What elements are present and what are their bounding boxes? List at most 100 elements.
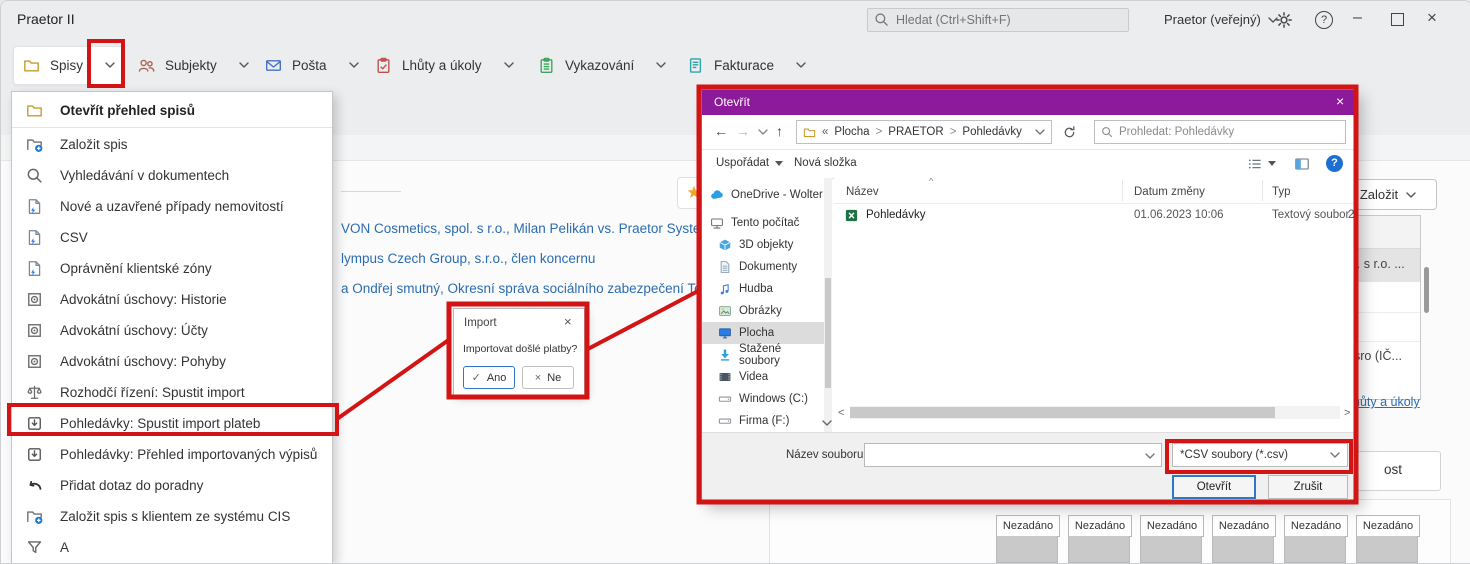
global-search-input[interactable] (867, 8, 1129, 32)
global-search[interactable] (867, 8, 1129, 32)
sidebar-item-3d-objekty[interactable]: 3D objekty (702, 234, 824, 256)
column-divider[interactable] (1122, 180, 1123, 201)
sidebar-item-firma-f[interactable]: Firma (F:) (702, 410, 824, 432)
yes-button[interactable]: ✓Ano (463, 366, 515, 389)
help-icon[interactable]: ? (1326, 155, 1343, 172)
column-header-nazev[interactable]: Název (846, 186, 879, 198)
sidebar-item-plocha-selected[interactable]: Plocha (702, 322, 824, 344)
status-chip-nezadano[interactable]: Nezadáno (996, 515, 1060, 537)
scroll-left-icon[interactable]: < (838, 407, 844, 419)
open-button[interactable]: Otevřít (1172, 475, 1256, 499)
chevron-down-icon[interactable] (105, 62, 115, 68)
sidebar-item-windows-c[interactable]: Windows (C:) (702, 388, 824, 410)
help-icon[interactable]: ? (1315, 11, 1333, 29)
list-view-icon[interactable] (1247, 156, 1263, 172)
menu-item-csv[interactable]: CSV (12, 222, 332, 253)
up-arrow-icon[interactable]: ↑ (776, 123, 783, 139)
sidebar-label: Hudba (739, 283, 773, 295)
column-divider[interactable] (1262, 180, 1263, 201)
sidebar-scrollbar-thumb[interactable] (825, 278, 831, 388)
status-chip-nezadano[interactable]: Nezadáno (1140, 515, 1204, 537)
sidebar-item-stazene-soubory[interactable]: Stažené soubory (702, 344, 824, 366)
file-row-pohledavky[interactable]: Pohledávky 01.06.2023 10:06 Textový soub… (834, 205, 1355, 227)
menu-item-otevrit-prehled-spisu[interactable]: Otevřít přehled spisů (12, 95, 332, 126)
address-bar[interactable]: « Plocha > PRAETOR > Pohledávky (796, 120, 1052, 144)
sidebar-scroll-down-icon[interactable] (822, 420, 832, 426)
toolbar-button-fakturace[interactable]: Fakturace (687, 47, 806, 83)
chevron-down-icon[interactable] (758, 129, 768, 135)
menu-item-uschovy-historie[interactable]: Advokátní úschovy: Historie (12, 284, 332, 315)
sidebar-item-tento-pocitac[interactable]: Tento počítač (702, 212, 824, 234)
sidebar-item-videa[interactable]: Videa (702, 366, 824, 388)
menu-item-vyhledavani-v-dokumentech[interactable]: Vyhledávání v dokumentech (12, 160, 332, 191)
organize-button[interactable]: Uspořádat (716, 157, 783, 169)
status-chip-nezadano[interactable]: Nezadáno (1068, 515, 1132, 537)
sidebar-item-hudba[interactable]: Hudba (702, 278, 824, 300)
caret-down-icon[interactable] (1268, 161, 1276, 166)
menu-item-zalozit-spis-cis[interactable]: Založit spis s klientem ze systému CIS (12, 501, 332, 532)
close-icon[interactable]: × (564, 314, 572, 329)
chevron-down-icon[interactable] (1145, 453, 1155, 459)
toolbar-button-vykazovani[interactable]: Vykazování (538, 47, 666, 83)
lhuty-a-ukoly-link[interactable]: hůty a úkoly (1353, 395, 1420, 409)
close-icon[interactable]: × (1336, 93, 1344, 109)
back-arrow-icon[interactable]: ← (714, 123, 728, 139)
close-button[interactable]: × (1427, 8, 1437, 28)
table-row[interactable]: sro (IČ... (1350, 342, 1420, 372)
menu-item-zalozit-spis[interactable]: Založit spis (12, 129, 332, 160)
profile-menu[interactable]: Praetor (veřejný) (1164, 12, 1278, 27)
hscrollbar-thumb[interactable] (850, 407, 1275, 418)
menu-item-uschovy-ucty[interactable]: Advokátní úschovy: Účty (12, 315, 332, 346)
toolbar-button-subjekty[interactable]: Subjekty (138, 47, 249, 83)
maximize-button[interactable] (1391, 13, 1404, 26)
case-link[interactable]: lympus Czech Group, s.r.o., člen koncern… (341, 251, 595, 266)
no-button[interactable]: ×Ne (522, 366, 574, 389)
table-row[interactable]: l. s r.o. ... (1350, 249, 1420, 282)
filename-combo[interactable] (864, 443, 1162, 467)
sidebar-item-obrazky[interactable]: Obrázky (702, 300, 824, 322)
menu-item-label: Založit spis (60, 137, 128, 152)
menu-item-uschovy-pohyby[interactable]: Advokátní úschovy: Pohyby (12, 346, 332, 377)
refresh-icon[interactable] (1062, 125, 1077, 140)
status-chip-nezadano[interactable]: Nezadáno (1212, 515, 1276, 537)
case-link[interactable]: VON Cosmetics, spol. s r.o., Milan Pelik… (341, 221, 723, 236)
menu-item-pohledavky-prehled-vypisu[interactable]: Pohledávky: Přehled importovaných výpisů (12, 439, 332, 470)
menu-item-rozhodci-rizeni-import[interactable]: Rozhodčí řízení: Spustit import (12, 377, 332, 408)
minimize-button[interactable]: – (1353, 9, 1362, 27)
menu-item-pridat-dotaz-do-poradny[interactable]: Přidat dotaz do poradny (12, 470, 332, 501)
chevron-down-icon[interactable] (1035, 129, 1045, 135)
right-panel-scrollbar[interactable] (1424, 267, 1429, 313)
case-link[interactable]: a Ondřej smutný, Okresní správa sociální… (341, 281, 713, 296)
breadcrumb-plocha[interactable]: Plocha (834, 126, 869, 138)
toolbar-button-spisy[interactable]: Spisy (23, 47, 115, 83)
preview-pane-icon[interactable] (1294, 156, 1310, 172)
cancel-button[interactable]: Zrušit (1268, 475, 1348, 499)
column-header-datum[interactable]: Datum změny (1134, 186, 1205, 198)
hscrollbar-track[interactable] (850, 406, 1340, 419)
settings-gear-icon[interactable] (1275, 11, 1293, 29)
menu-item-filter-a[interactable]: A (12, 532, 332, 563)
sidebar-item-onedrive[interactable]: OneDrive - Wolter (702, 184, 824, 206)
explorer-search-box[interactable]: Prohledat: Pohledávky (1094, 120, 1346, 144)
sidebar-item-dokumenty[interactable]: Dokumenty (702, 256, 824, 278)
breadcrumb-pohledavky[interactable]: Pohledávky (962, 126, 1021, 138)
status-chip-nezadano[interactable]: Nezadáno (1284, 515, 1348, 537)
sidebar-scrollbar-track[interactable] (824, 178, 832, 432)
breadcrumb-praetor[interactable]: PRAETOR (888, 126, 943, 138)
new-folder-button[interactable]: Nová složka (794, 157, 857, 169)
scroll-right-icon[interactable]: > (1344, 407, 1350, 419)
toolbar-button-lhuty[interactable]: Lhůty a úkoly (375, 47, 514, 83)
menu-item-nove-a-uzavrene-pripady[interactable]: Nové a uzavřené případy nemovitostí (12, 191, 332, 222)
search-icon (26, 167, 43, 184)
filetype-dropdown[interactable]: *CSV soubory (*.csv) (1172, 443, 1348, 467)
forward-arrow-icon[interactable]: → (736, 123, 750, 139)
toolbar-button-posta[interactable]: Pošta (265, 47, 359, 83)
menu-item-pohledavky-spustit-import-plateb[interactable]: Pohledávky: Spustit import plateb (12, 408, 332, 439)
column-header-typ[interactable]: Typ (1272, 186, 1291, 198)
table-row[interactable] (1350, 313, 1420, 342)
filename-input[interactable] (865, 444, 1135, 466)
app-title: Praetor II (17, 11, 75, 27)
status-chip-nezadano[interactable]: Nezadáno (1356, 515, 1420, 537)
table-row[interactable] (1350, 282, 1420, 313)
menu-item-opravneni-klientske-zony[interactable]: Oprávnění klientské zóny (12, 253, 332, 284)
